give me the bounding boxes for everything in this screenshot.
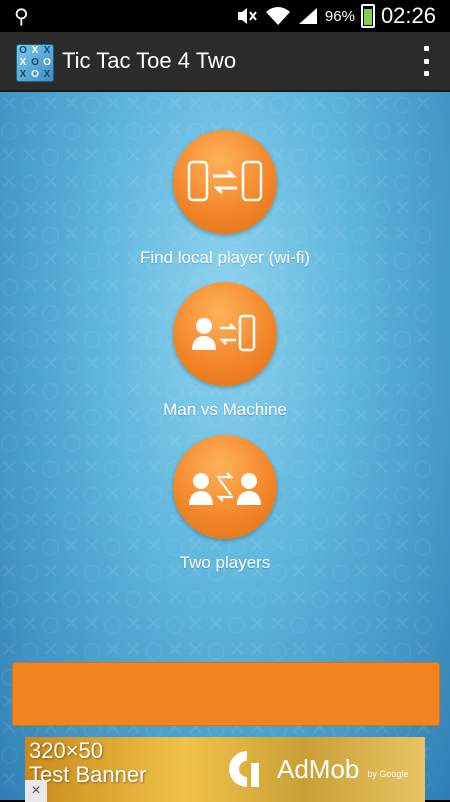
two-players-button[interactable]: Two players xyxy=(0,435,450,573)
wifi-icon xyxy=(265,7,290,25)
ad-close-icon[interactable]: × xyxy=(25,780,47,802)
usb-icon: ⚲ xyxy=(14,6,29,28)
find-local-player-label: Find local player (wi-fi) xyxy=(139,248,311,267)
find-local-player-circle[interactable] xyxy=(173,130,277,234)
man-vs-machine-label: Man vs Machine xyxy=(163,400,287,419)
ad-banner[interactable]: 320×50 Test Banner AdMob by Google × xyxy=(25,737,425,802)
app-title: Tic Tac Toe 4 Two xyxy=(62,48,237,73)
main-screen: ✕○✕✕○✕✕○✕✕○✕✕○✕✕○✕✕○✕ ○✕✕○✕✕○✕✕○✕✕○✕✕○✕✕… xyxy=(0,92,450,802)
app-icon: OXX XOO XOX xyxy=(16,44,54,82)
signal-icon xyxy=(298,8,317,24)
status-bar: ⚲ 96% 02:26 xyxy=(0,0,450,32)
man-vs-machine-button[interactable]: Man vs Machine xyxy=(0,282,450,420)
battery-percent: 96% xyxy=(324,7,355,25)
status-icons: 96% 02:26 xyxy=(235,3,436,29)
mute-icon xyxy=(237,8,257,24)
man-vs-machine-circle[interactable] xyxy=(173,282,277,386)
orange-action-bar[interactable] xyxy=(12,662,440,726)
two-players-circle[interactable] xyxy=(173,435,277,539)
admob-icon xyxy=(229,751,259,787)
two-persons-icon xyxy=(189,472,261,505)
battery-icon xyxy=(360,4,375,28)
person-phone-icon xyxy=(192,314,256,352)
two-players-label: Two players xyxy=(179,553,271,572)
find-local-player-button[interactable]: Find local player (wi-fi) xyxy=(0,130,450,268)
admob-by-google: by Google xyxy=(367,769,409,779)
overflow-menu-icon[interactable] xyxy=(422,46,430,76)
ad-size-text: 320×50 xyxy=(29,738,104,763)
phone-transfer-icon xyxy=(187,160,263,202)
action-bar: OXX XOO XOX Tic Tac Toe 4 Two xyxy=(0,32,450,92)
admob-logo: AdMob by Google xyxy=(225,747,408,791)
admob-brand: AdMob xyxy=(277,753,360,784)
clock: 02:26 xyxy=(380,3,436,28)
